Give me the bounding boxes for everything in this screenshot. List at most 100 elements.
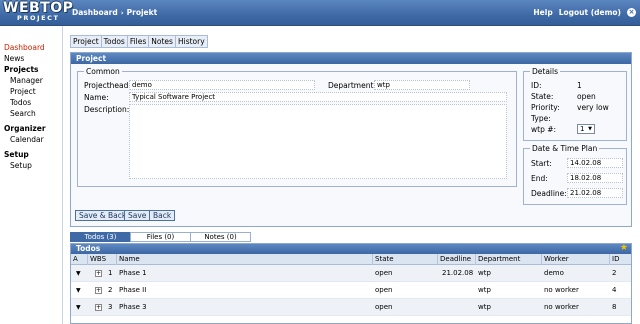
sidebar-heading-organizer[interactable]: Organizer (0, 123, 62, 134)
row-department: wtp (478, 303, 491, 311)
row-id: 4 (612, 286, 617, 294)
row-menu-arrow-icon[interactable]: ▼ (76, 305, 82, 311)
app-logo[interactable]: WEBTOP PROJECT (3, 1, 73, 23)
breadcrumb-projekt[interactable]: Projekt (127, 8, 158, 17)
row-deadline (440, 299, 442, 316)
tab-todos-list[interactable]: Todos (3) (70, 232, 131, 242)
wtp-select[interactable]: 1 ▼ (577, 124, 595, 134)
row-worker: no worker (544, 303, 579, 311)
deadline-field[interactable]: 21.02.08 (567, 188, 623, 198)
sidebar-heading-projects[interactable]: Projects (0, 64, 62, 75)
row-department: wtp (478, 269, 491, 277)
column-header-a[interactable]: A (71, 254, 88, 265)
table-row[interactable]: ▼ + 1 Phase 1 open 21.02.08 wtp demo 2 (71, 265, 631, 282)
column-header-state[interactable]: State (373, 254, 438, 265)
help-link[interactable]: Help (533, 8, 552, 17)
column-header-wbs[interactable]: WBS (88, 254, 117, 265)
wtp-label: wtp #: (531, 125, 557, 134)
tab-project[interactable]: Project (70, 35, 102, 48)
column-header-deadline[interactable]: Deadline (438, 254, 476, 265)
close-icon[interactable]: × (627, 8, 636, 17)
details-fieldset: Details ID: 1 State: open Priority: very… (523, 67, 627, 141)
common-fieldset: Common Projecthead: demo Department: wtp… (77, 67, 517, 187)
department-field[interactable]: wtp (374, 80, 470, 90)
table-header: A WBS Name State Deadline Department Wor… (71, 254, 631, 265)
row-name[interactable]: Phase 3 (117, 299, 147, 316)
row-worker: demo (544, 269, 564, 277)
description-textarea[interactable] (129, 104, 507, 179)
sidebar-item-calendar[interactable]: Calendar (0, 134, 62, 145)
breadcrumb-separator-icon: › (120, 8, 124, 17)
tab-notes-list[interactable]: Notes (0) (190, 232, 251, 242)
start-field[interactable]: 14.02.08 (567, 158, 623, 168)
state-label: State: (531, 92, 554, 101)
sidebar: Dashboard News Projects Manager Project … (0, 26, 63, 324)
table-row[interactable]: ▼ + 3 Phase 3 open wtp no worker 8 (71, 299, 631, 316)
state-value: open (577, 92, 596, 101)
sidebar-item-project[interactable]: Project (0, 86, 62, 97)
dates-legend: Date & Time Plan (530, 144, 600, 153)
column-header-worker[interactable]: Worker (542, 254, 610, 265)
breadcrumb-dashboard[interactable]: Dashboard (72, 8, 118, 17)
back-button[interactable]: Back (149, 210, 176, 221)
tab-history[interactable]: History (174, 35, 208, 48)
sidebar-item-search[interactable]: Search (0, 108, 62, 119)
end-field[interactable]: 18.02.08 (567, 173, 623, 183)
column-header-department[interactable]: Department (476, 254, 542, 265)
sidebar-item-news[interactable]: News (0, 53, 62, 64)
sidebar-item-todos[interactable]: Todos (0, 97, 62, 108)
table-row[interactable]: ▼ + 2 Phase II open wtp no worker 4 (71, 282, 631, 299)
projecthead-label: Projecthead: (84, 81, 131, 90)
sidebar-heading-setup[interactable]: Setup (0, 149, 62, 160)
deadline-label: Deadline: (531, 189, 567, 198)
priority-label: Priority: (531, 103, 560, 112)
row-menu-arrow-icon[interactable]: ▼ (76, 288, 82, 294)
row-worker: no worker (544, 286, 579, 294)
chevron-down-icon: ▼ (588, 126, 592, 132)
row-menu-arrow-icon[interactable]: ▼ (76, 271, 82, 277)
tab-notes[interactable]: Notes (148, 35, 176, 48)
description-label: Description: (84, 105, 130, 114)
start-label: Start: (531, 159, 552, 168)
todos-panel-title: Todos (76, 244, 101, 253)
tab-files[interactable]: Files (126, 35, 150, 48)
row-name[interactable]: Phase 1 (117, 265, 147, 282)
row-state: open (375, 303, 393, 311)
name-field[interactable]: Typical Software Project (129, 92, 507, 102)
sidebar-item-setup[interactable]: Setup (0, 160, 62, 171)
project-panel: Project Common Projecthead: demo Departm… (70, 52, 632, 227)
id-value: 1 (577, 81, 582, 90)
dates-fieldset: Date & Time Plan Start: 14.02.08 End: 18… (523, 144, 627, 205)
expand-icon[interactable]: + (95, 270, 102, 277)
sidebar-item-dashboard[interactable]: Dashboard (0, 42, 62, 53)
todos-panel-header: Todos ★ (71, 243, 631, 254)
expand-icon[interactable]: + (95, 304, 102, 311)
common-legend: Common (84, 67, 122, 76)
logout-link[interactable]: Logout (demo) (559, 8, 621, 17)
sidebar-item-manager[interactable]: Manager (0, 75, 62, 86)
end-label: End: (531, 174, 548, 183)
expand-icon[interactable]: + (95, 287, 102, 294)
column-header-id[interactable]: ID (610, 254, 633, 265)
save-button[interactable]: Save (124, 210, 151, 221)
project-panel-title: Project (71, 53, 631, 64)
row-deadline: 21.02.08 (442, 269, 474, 277)
id-label: ID: (531, 81, 542, 90)
todos-panel: Todos ★ A WBS Name State Deadline Depart… (70, 243, 632, 324)
row-name[interactable]: Phase II (117, 282, 146, 299)
row-number: 2 (108, 286, 113, 294)
tab-todos[interactable]: Todos (100, 35, 128, 48)
row-department: wtp (478, 286, 491, 294)
save-and-back-button[interactable]: Save & Back (75, 210, 131, 221)
tab-files-list[interactable]: Files (0) (130, 232, 191, 242)
bottom-tabs: Todos (3) Files (0) Notes (0) (70, 232, 251, 242)
logo-text: WEBTOP (3, 0, 74, 16)
column-header-name[interactable]: Name (117, 254, 373, 265)
row-number: 3 (108, 303, 113, 311)
wtp-select-value: 1 (580, 125, 585, 133)
star-icon[interactable]: ★ (620, 243, 628, 253)
row-id: 8 (612, 303, 617, 311)
logo-subtext: PROJECT (17, 14, 60, 22)
projecthead-field[interactable]: demo (129, 80, 315, 90)
app-header: WEBTOP PROJECT Dashboard › Projekt Help … (0, 0, 640, 26)
